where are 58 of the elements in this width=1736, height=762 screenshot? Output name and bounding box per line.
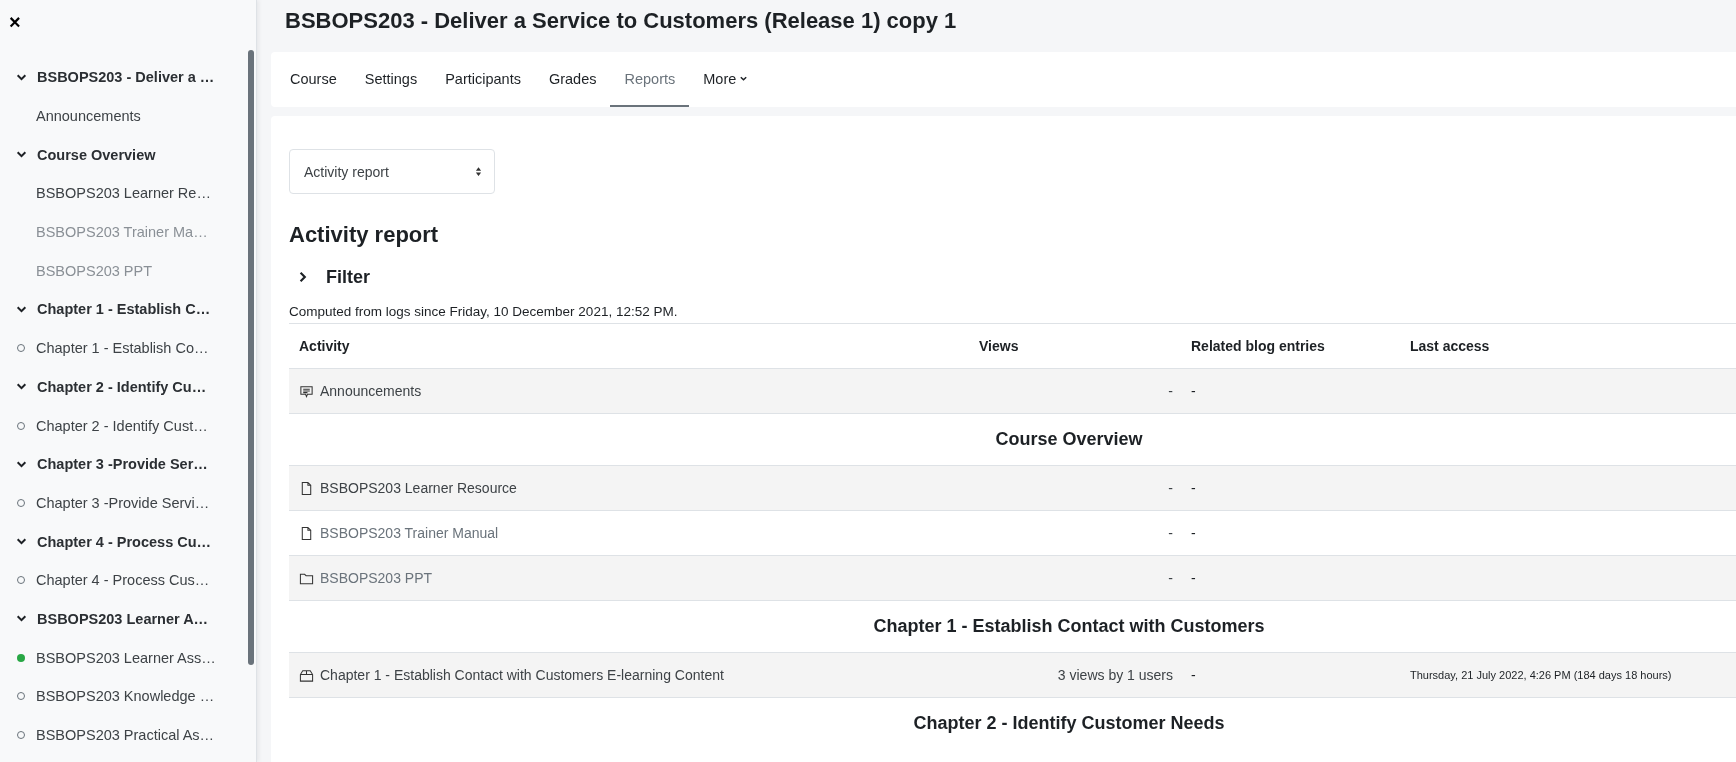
views-cell-text: 3 views by 1 users <box>1056 667 1174 683</box>
blog-cell-text: - <box>1190 667 1197 683</box>
activity-link[interactable]: Announcements <box>36 108 141 125</box>
report-heading: Activity report <box>289 221 440 249</box>
activity-link[interactable]: BSBOPS203 PPT <box>320 570 433 586</box>
column-header: Views <box>979 338 1020 354</box>
tab[interactable]: Settings <box>350 52 432 107</box>
tab[interactable]: More <box>689 52 763 107</box>
chevron-icon[interactable] <box>297 271 309 283</box>
last-access-cell: Thursday, 21 July 2022, 4:26 PM (184 days 18 hours) <box>1410 669 1672 681</box>
tab[interactable]: Reports <box>610 52 690 107</box>
tab[interactable]: Grades <box>534 52 611 107</box>
section-heading: Chapter 1 - Establish Contact with Customers <box>873 616 1265 637</box>
updown-icon <box>475 166 482 177</box>
section-heading: Chapter 2 - Identify Customer Needs <box>913 713 1225 734</box>
report-select[interactable]: Activity report <box>289 149 495 194</box>
column-header: Activity <box>298 338 351 354</box>
section-link[interactable]: Course Overview <box>37 146 156 163</box>
views-cell-text: - <box>1167 525 1174 541</box>
activity-link[interactable]: Chapter 4 - Process Cus… <box>36 572 210 589</box>
activity-link[interactable]: BSBOPS203 Practical As… <box>36 727 215 744</box>
page-title: BSBOPS203 - Deliver a Service to Customers (Release 1) copy 1 <box>285 7 957 35</box>
column-header: Related blog entries <box>1190 338 1326 354</box>
section-link[interactable]: Chapter 1 - Establish C… <box>37 301 211 318</box>
close-button[interactable]: × <box>5 12 25 32</box>
views-cell-text: - <box>1167 570 1174 586</box>
section-link[interactable]: Chapter 3 -Provide Ser… <box>37 456 208 473</box>
column-header: Last access <box>1410 338 1490 354</box>
section-link[interactable]: Chapter 4 - Process Cu… <box>37 533 212 550</box>
chevron-icon[interactable] <box>16 613 27 625</box>
activity-link[interactable]: Chapter 3 -Provide Servi… <box>36 494 210 511</box>
views-cell-text: - <box>1167 480 1174 496</box>
blog-cell-text: - <box>1190 383 1197 399</box>
tab[interactable]: Participants <box>431 52 535 107</box>
activity-link[interactable]: Chapter 1 - Establish Co… <box>36 340 209 357</box>
blog-cell-text: - <box>1190 480 1197 496</box>
activity-link[interactable]: BSBOPS203 Knowledge … <box>36 688 215 705</box>
chevron-icon[interactable] <box>16 149 27 161</box>
scrollbar-thumb[interactable] <box>248 50 254 665</box>
activity-link[interactable]: Announcements <box>320 383 422 399</box>
blog-cell-text: - <box>1190 525 1197 541</box>
activity-link[interactable]: BSBOPS203 Learner Re… <box>36 185 211 202</box>
activity-link[interactable]: Chapter 1 - Establish Contact with Customers E-learning Content <box>320 667 724 683</box>
activity-link[interactable]: BSBOPS203 Learner Ass… <box>36 649 216 666</box>
activity-link[interactable]: BSBOPS203 Trainer Manual <box>320 525 499 541</box>
activity-link[interactable]: BSBOPS203 Learner Resource <box>320 480 517 496</box>
section-link[interactable]: BSBOPS203 - Deliver a … <box>37 69 215 86</box>
blog-cell-text: - <box>1190 570 1197 586</box>
section-link[interactable]: Chapter 2 - Identify Cu… <box>37 378 207 395</box>
chevron-icon[interactable] <box>16 536 27 548</box>
section-link[interactable]: BSBOPS203 Learner A… <box>37 610 209 627</box>
section-heading: Course Overview <box>995 429 1143 450</box>
computed-note: Computed from logs since Friday, 10 December 2021, 12:52 PM. <box>289 304 679 319</box>
views-cell-text: - <box>1167 383 1174 399</box>
tab[interactable]: Course <box>276 52 351 107</box>
filter-toggle[interactable]: Filter <box>326 266 370 288</box>
activity-link[interactable]: Chapter 2 - Identify Cust… <box>36 417 208 434</box>
chevron-icon[interactable] <box>16 381 27 393</box>
